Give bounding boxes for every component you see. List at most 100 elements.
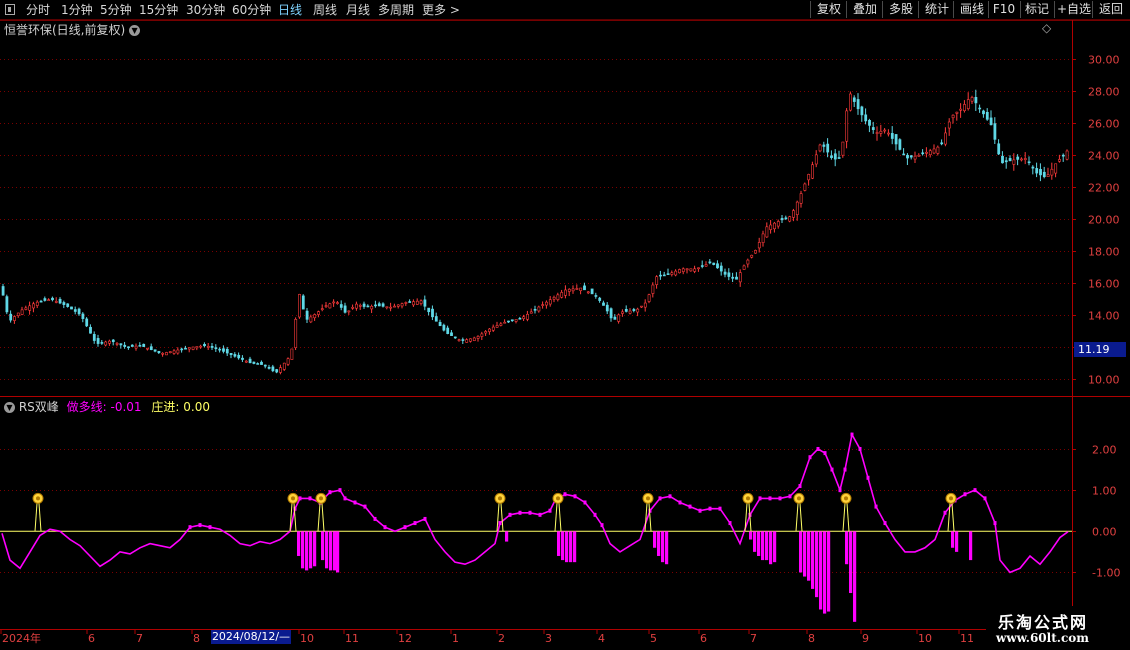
zhuangjin-bar-1 [301, 531, 305, 569]
candle-body-136 [518, 317, 522, 320]
current-price-tag: 11.19 [1074, 342, 1126, 357]
candle-body-197 [750, 254, 754, 258]
duoxian-block-43 [413, 521, 417, 526]
candle-body-233 [887, 132, 890, 135]
chevron-down-icon[interactable]: ▼ [129, 25, 141, 36]
duoxian-block-105 [993, 521, 997, 526]
candle-body-211 [803, 183, 807, 191]
candle-body-28 [108, 340, 111, 344]
candle-body-9 [35, 301, 39, 306]
duoxian-block-71 [678, 500, 682, 505]
candle-body-42 [161, 352, 165, 355]
marker-leg-left-0 [34, 503, 38, 532]
candle-body-86 [328, 303, 332, 309]
candle-body-76 [290, 348, 294, 360]
x-label-5: 11 [345, 632, 359, 645]
candle-body-112 [427, 307, 431, 313]
candle-body-25 [96, 338, 100, 344]
zhuangjin-bar-14 [569, 531, 573, 563]
candle-body-37 [142, 343, 146, 347]
candle-body-133 [507, 320, 510, 323]
chevron-down-icon[interactable]: ▼ [4, 402, 15, 413]
x-label-7: 1 [452, 632, 459, 645]
candle-body-138 [526, 314, 529, 320]
kline-chart[interactable]: 10.0012.0014.0016.0018.0020.0022.0024.00… [0, 0, 1130, 650]
candle-body-67 [256, 363, 260, 365]
candle-body-4 [16, 312, 20, 317]
duoxian-block-35 [338, 488, 342, 493]
x-label-4: 10 [300, 632, 314, 645]
candle-body-53 [203, 343, 206, 347]
zhuangjin-bar-33 [823, 531, 827, 614]
duoxian-block-53 [508, 512, 512, 517]
candle-body-41 [157, 350, 161, 354]
candle-body-71 [271, 366, 275, 372]
zhuangjin-bar-17 [657, 531, 661, 556]
candle-body-111 [423, 299, 427, 307]
candle-body-8 [32, 303, 35, 309]
x-label-11: 5 [650, 632, 657, 645]
candle-body-268 [1020, 158, 1023, 161]
line1-label: 做多线: [66, 400, 107, 414]
zhuangjin-bar-35 [845, 531, 849, 565]
watermark: 乐淘公式网 www.60lt.com [986, 606, 1130, 650]
x-label-16: 10 [918, 632, 932, 645]
candle-body-21 [81, 313, 85, 319]
marker-leg-right-4 [558, 503, 562, 532]
duoxian-block-56 [538, 512, 542, 517]
zhuangjin-bar-10 [505, 531, 509, 542]
candle-body-218 [830, 155, 833, 158]
candle-body-278 [1058, 159, 1061, 162]
watermark-url: www.60lt.com [996, 631, 1089, 645]
zhuangjin-bar-32 [819, 531, 823, 610]
candle-body-70 [267, 366, 271, 369]
candle-body-79 [301, 295, 305, 310]
candle-body-156 [594, 295, 598, 297]
candle-body-38 [146, 347, 149, 350]
candle-body-0 [1, 286, 5, 296]
zhuangjin-bar-30 [811, 531, 815, 589]
zhuangjin-bar-0 [297, 531, 301, 556]
duoxian-block-85 [816, 446, 820, 451]
candle-body-176 [670, 272, 674, 275]
candle-body-260 [989, 117, 993, 126]
candle-body-223 [849, 93, 852, 111]
money-marker-7 [793, 492, 805, 532]
duoxian-block-75 [718, 506, 722, 511]
marker-center-3 [498, 496, 502, 501]
candle-body-44 [168, 351, 172, 353]
candle-body-203 [773, 222, 776, 230]
price-tick-label-8: 26.00 [1088, 118, 1120, 131]
candle-body-77 [294, 319, 298, 348]
candle-body-56 [214, 347, 218, 350]
candle-body-59 [225, 348, 229, 354]
candle-body-18 [70, 306, 73, 310]
candle-body-52 [199, 345, 203, 348]
duoxian-block-76 [728, 521, 732, 526]
candle-body-69 [263, 364, 267, 367]
diamond-icon[interactable]: ◇ [1042, 21, 1051, 35]
candle-body-125 [476, 336, 480, 339]
zhuangjin-bar-39 [955, 531, 959, 552]
duoxian-block-92 [866, 475, 870, 480]
candle-body-184 [700, 265, 704, 267]
candle-body-258 [982, 110, 985, 115]
duoxian-block-70 [668, 494, 672, 499]
candle-body-121 [461, 339, 465, 341]
marker-center-2 [319, 496, 323, 501]
duoxian-block-59 [563, 492, 567, 497]
candle-body-173 [659, 274, 662, 277]
duoxian-block-61 [583, 500, 587, 505]
x-label-10: 4 [598, 632, 605, 645]
duoxian-block-55 [528, 510, 532, 515]
marker-leg-right-8 [846, 503, 850, 532]
price-tick-label-5: 20.00 [1088, 214, 1120, 227]
candle-body-89 [339, 304, 343, 308]
duoxian-block-72 [688, 504, 692, 509]
duoxian-block-103 [973, 488, 977, 493]
x-label-6: 12 [398, 632, 412, 645]
candle-body-241 [917, 154, 921, 157]
candle-body-50 [191, 346, 195, 350]
zhuangjin-bar-29 [807, 531, 811, 581]
candle-body-190 [723, 271, 727, 275]
